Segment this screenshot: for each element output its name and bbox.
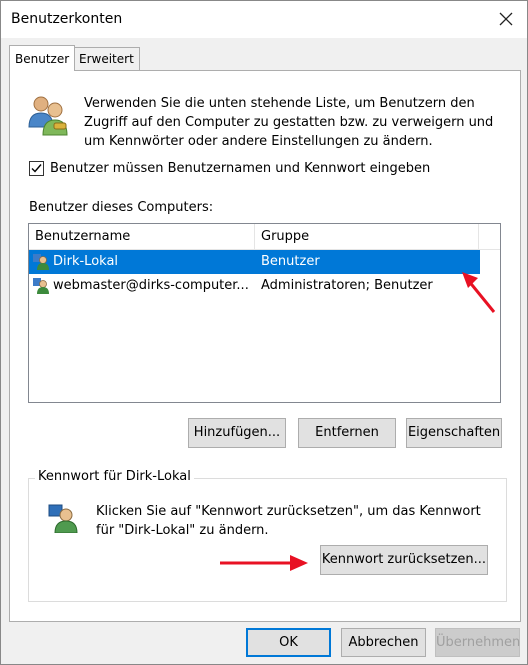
- remove-user-button[interactable]: Entfernen: [298, 418, 396, 448]
- user-list[interactable]: Benutzername Gruppe Dirk-Lokal Benutzer: [28, 223, 501, 403]
- require-login-checkbox[interactable]: [29, 161, 44, 176]
- column-header-username[interactable]: Benutzername: [29, 224, 255, 249]
- list-item-group: Administratoren; Benutzer: [261, 278, 433, 293]
- reset-password-button[interactable]: Kennwort zurücksetzen...: [320, 545, 488, 575]
- list-header: Benutzername Gruppe: [29, 224, 500, 250]
- title-bar: Benutzerkonten: [1, 1, 527, 38]
- close-icon: [499, 12, 513, 26]
- add-user-button[interactable]: Hinzufügen...: [188, 418, 286, 448]
- password-group-title: Kennwort für Dirk-Lokal: [35, 469, 194, 484]
- annotation-arrow-icon: [220, 555, 308, 571]
- tab-erweitert[interactable]: Erweitert: [73, 47, 140, 70]
- password-groupbox: [28, 478, 507, 602]
- user-account-icon: [33, 254, 49, 270]
- list-item-group: Benutzer: [261, 254, 320, 269]
- require-login-label: Benutzer müssen Benutzernamen und Kennwo…: [50, 161, 431, 176]
- user-password-icon: [48, 504, 78, 533]
- tab-panel-benutzer: Verwenden Sie die unten stehende Liste, …: [9, 70, 521, 622]
- annotation-arrow-icon: [462, 272, 496, 313]
- cancel-button[interactable]: Abbrechen: [341, 628, 426, 657]
- list-item-name: webmaster@dirks-computer...: [53, 278, 249, 293]
- require-login-row: Benutzer müssen Benutzernamen und Kennwo…: [29, 161, 430, 176]
- close-button[interactable]: [491, 5, 521, 33]
- dialog-window: Benutzerkonten Benutzer Erweitert Verwen…: [0, 0, 528, 665]
- intro-text: Verwenden Sie die unten stehende Liste, …: [84, 96, 494, 149]
- list-item-dirk-lokal[interactable]: Dirk-Lokal Benutzer: [29, 250, 480, 274]
- password-group-text: Klicken Sie auf "Kennwort zurücksetzen",…: [96, 504, 481, 538]
- properties-button[interactable]: Eigenschaften: [406, 418, 502, 448]
- user-account-icon: [33, 278, 49, 294]
- users-icon: [28, 96, 68, 136]
- ok-button[interactable]: OK: [246, 628, 331, 657]
- apply-button[interactable]: Übernehmen: [435, 628, 520, 657]
- tab-benutzer[interactable]: Benutzer: [9, 45, 76, 71]
- list-item-webmaster[interactable]: webmaster@dirks-computer... Administrato…: [29, 274, 480, 298]
- checkmark-icon: [31, 164, 42, 173]
- list-item-name: Dirk-Lokal: [53, 254, 119, 269]
- users-section-label: Benutzer dieses Computers:: [29, 200, 214, 215]
- column-header-group[interactable]: Gruppe: [255, 224, 479, 249]
- window-title: Benutzerkonten: [11, 11, 123, 27]
